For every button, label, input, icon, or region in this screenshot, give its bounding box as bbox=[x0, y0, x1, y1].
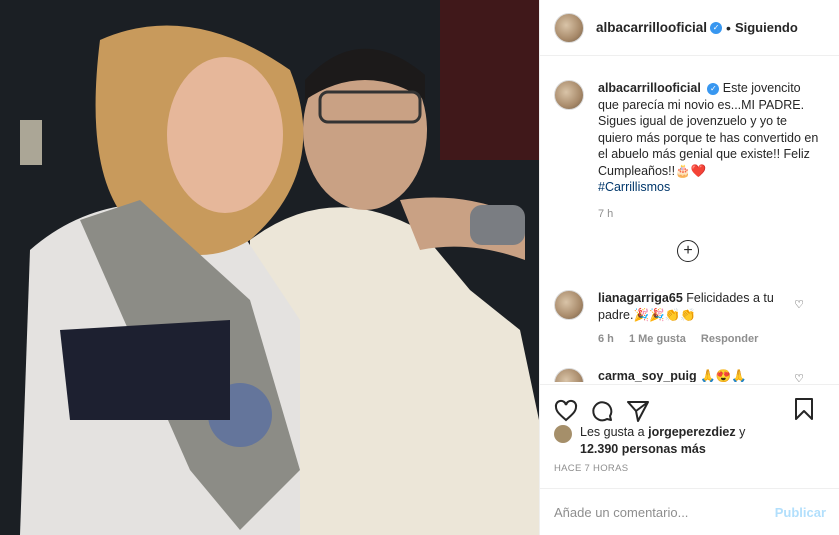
verified-icon: ✓ bbox=[710, 21, 723, 34]
comment-username[interactable]: carma_soy_puig bbox=[598, 369, 697, 382]
follow-button[interactable]: Siguiendo bbox=[735, 20, 798, 35]
likes-joiner: y bbox=[735, 425, 746, 439]
photo-illustration bbox=[0, 0, 539, 535]
caption-text: Este jovencito que parecía mi novio es..… bbox=[598, 81, 819, 178]
comment-icon[interactable] bbox=[590, 399, 614, 423]
comment-like-icon[interactable]: ♡ bbox=[794, 298, 804, 311]
post-header: albacarrillooficial ✓ • Siguiendo bbox=[540, 0, 839, 56]
post-side-panel: albacarrillooficial ✓ • Siguiendo albaca… bbox=[539, 0, 839, 535]
caption-avatar[interactable] bbox=[554, 80, 584, 110]
comment-like-icon[interactable]: ♡ bbox=[794, 372, 804, 382]
likes-summary: Les gusta a jorgeperezdiez y 12.390 pers… bbox=[554, 424, 830, 458]
commenter-avatar[interactable] bbox=[554, 290, 584, 320]
post-timestamp[interactable]: HACE 7 HORAS bbox=[554, 463, 628, 474]
comment-item: lianagarriga65 Felicidades a tu padre.🎉🎉… bbox=[554, 290, 830, 348]
comment-input[interactable] bbox=[554, 504, 775, 520]
likes-count[interactable]: 12.390 personas más bbox=[580, 442, 706, 456]
add-comment-bar: Publicar bbox=[540, 488, 839, 535]
comment-time: 6 h bbox=[598, 333, 614, 345]
load-more-comments-button[interactable]: + bbox=[677, 240, 699, 262]
post-photo[interactable] bbox=[0, 0, 539, 535]
comment-item: carma_soy_puig 🙏😍🙏 ♡ bbox=[554, 368, 830, 382]
comment-likes[interactable]: 1 Me gusta bbox=[629, 333, 686, 345]
post-caption: albacarrillooficial ✓ Este jovencito que… bbox=[554, 80, 830, 222]
caption-time: 7 h bbox=[598, 207, 614, 220]
publish-button[interactable]: Publicar bbox=[775, 505, 826, 520]
share-icon[interactable] bbox=[626, 399, 650, 423]
comment-text: 🙏😍🙏 bbox=[700, 369, 747, 382]
reply-button[interactable]: Responder bbox=[701, 333, 758, 345]
caption-hashtag[interactable]: #Carrillismos bbox=[598, 179, 823, 196]
add-icon: + bbox=[683, 242, 693, 259]
caption-username[interactable]: albacarrillooficial bbox=[598, 81, 701, 95]
comment-username[interactable]: lianagarriga65 bbox=[598, 291, 683, 305]
liker-username[interactable]: jorgeperezdiez bbox=[648, 425, 736, 439]
heart-icon[interactable] bbox=[554, 399, 578, 423]
author-avatar[interactable] bbox=[554, 12, 584, 43]
liker-avatar[interactable] bbox=[554, 425, 572, 443]
likes-prefix: Les gusta a bbox=[580, 425, 649, 439]
author-username[interactable]: albacarrillooficial bbox=[596, 20, 707, 35]
separator-dot: • bbox=[726, 19, 731, 36]
commenter-avatar[interactable] bbox=[554, 368, 584, 382]
verified-icon: ✓ bbox=[707, 82, 720, 95]
save-icon[interactable] bbox=[792, 397, 816, 421]
